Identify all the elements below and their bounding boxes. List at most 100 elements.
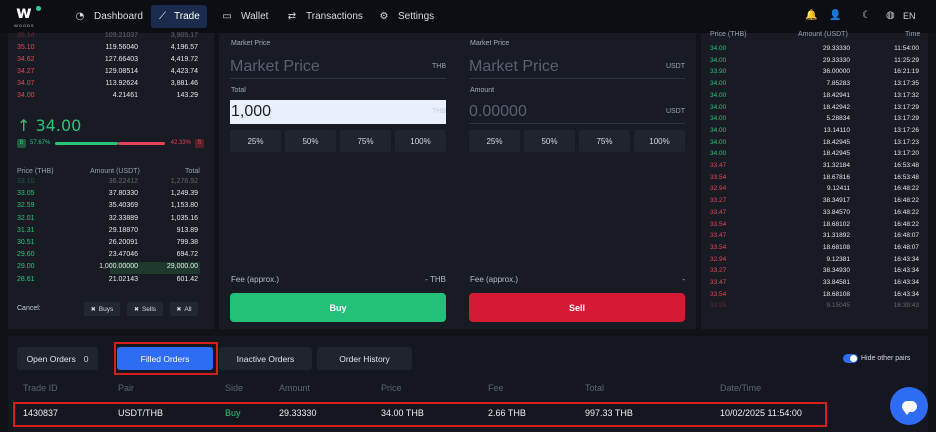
trade-price: 32.95 bbox=[710, 302, 727, 310]
tab-open-orders[interactable]: Open Orders 0 bbox=[17, 347, 98, 370]
nav-transactions-label: Transactions bbox=[306, 11, 363, 22]
trade-row: 34.00 13.14110 13:17:26 bbox=[701, 126, 920, 138]
bell-icon[interactable]: 🔔 bbox=[805, 10, 817, 21]
trade-price: 34.00 bbox=[710, 80, 727, 88]
bid-row[interactable]: 31.31 29.18870 913.89 bbox=[0, 226, 200, 238]
buy-pct-50-button[interactable]: 50% bbox=[285, 130, 336, 152]
ask-row[interactable]: 35.10 119.56040 4,196.57 bbox=[0, 43, 200, 55]
trade-price: 34.00 bbox=[710, 150, 727, 158]
trade-row: 34.00 7.85283 13:17:35 bbox=[701, 79, 920, 91]
sell-fee-label: Fee (approx.) bbox=[470, 275, 519, 284]
bid-row[interactable]: 33.10 36.22412 1,276.92 bbox=[0, 177, 200, 189]
bid-row[interactable]: 29.60 23.47046 694.72 bbox=[0, 250, 200, 262]
buy-pct-25-button[interactable]: 25% bbox=[230, 130, 281, 152]
bid-total: 1,153.80 bbox=[170, 202, 198, 210]
cancel-sells-label: Sells bbox=[141, 305, 157, 313]
trade-price: 33.27 bbox=[710, 267, 727, 275]
trade-time: 13:17:23 bbox=[893, 138, 919, 146]
brand-logo[interactable]: w WOODS bbox=[14, 3, 44, 30]
nav-dashboard[interactable]: ◔ Dashboard bbox=[66, 5, 151, 28]
cancel-sells-button[interactable]: ✖ Sells bbox=[127, 302, 163, 316]
arrows-swap-icon: ⇄ bbox=[287, 11, 297, 22]
chat-support-button[interactable] bbox=[890, 387, 928, 425]
trade-amount: 18.42941 bbox=[822, 91, 850, 99]
bid-row[interactable]: 33.05 37.80330 1,249.39 bbox=[0, 189, 200, 201]
sell-pct-25-button[interactable]: 25% bbox=[469, 130, 520, 152]
bid-row[interactable]: 30.51 26.20091 799.38 bbox=[0, 238, 200, 250]
buy-tag: B bbox=[17, 139, 26, 148]
bid-total: 1,249.39 bbox=[170, 190, 198, 198]
bid-amount: 21.02143 bbox=[108, 275, 138, 283]
tab-inactive-orders[interactable]: Inactive Orders bbox=[219, 347, 312, 370]
wallet-icon: ▭ bbox=[222, 11, 232, 22]
ask-row[interactable]: 34.00 4.21461 143.29 bbox=[0, 91, 200, 103]
cancel-buys-button[interactable]: ✖ Buys bbox=[84, 302, 120, 316]
buy-sell-ratio-bar: B 57.67% 42.33% S bbox=[17, 139, 204, 148]
bid-row[interactable]: 32.01 32.33889 1,035.16 bbox=[0, 214, 200, 226]
tab-order-history[interactable]: Order History bbox=[317, 347, 412, 370]
trade-row: 33.27 38.34930 16:43:34 bbox=[701, 266, 920, 278]
trade-row: 34.00 18.42945 13:17:20 bbox=[701, 149, 920, 161]
buy-pct-75-button[interactable]: 75% bbox=[340, 130, 391, 152]
ask-row[interactable]: 34.62 127.66403 4,419.72 bbox=[0, 55, 200, 67]
sell-button[interactable]: Sell bbox=[469, 293, 685, 322]
bid-row[interactable]: 28.61 21.02143 601.42 bbox=[0, 275, 200, 287]
trade-price: 34.00 bbox=[710, 91, 727, 99]
trades-header-amount: Amount (USDT) bbox=[798, 31, 848, 38]
trade-amount: 31.32184 bbox=[822, 162, 850, 169]
buy-pct-100-button[interactable]: 100% bbox=[395, 130, 446, 152]
sell-pct-50-button[interactable]: 50% bbox=[524, 130, 575, 152]
trade-row: 34.00 18.42942 13:17:29 bbox=[701, 103, 920, 115]
trade-amount: 31.31892 bbox=[822, 232, 850, 240]
filled-orders-highlight-box bbox=[114, 342, 218, 375]
trade-time: 11:54:00 bbox=[894, 45, 919, 52]
ask-row[interactable]: 34.27 129.08514 4,423.74 bbox=[0, 67, 200, 79]
cancel-all-button[interactable]: ✖ All bbox=[170, 302, 198, 316]
cancel-label: Cancel: bbox=[17, 305, 41, 312]
trade-amount: 38.34930 bbox=[822, 267, 850, 275]
moon-icon[interactable]: ☾ bbox=[862, 10, 871, 21]
open-orders-count: 0 bbox=[83, 353, 89, 364]
bid-row[interactable]: 32.59 35.40369 1,153.80 bbox=[0, 201, 200, 213]
trade-time: 11:25:29 bbox=[894, 56, 919, 64]
trade-price: 33.54 bbox=[710, 290, 727, 298]
trade-row: 33.47 31.32184 16:53:48 bbox=[701, 161, 920, 173]
trade-row: 33.27 38.34917 16:48:22 bbox=[701, 196, 920, 208]
buy-total-input[interactable]: 1,000 THB bbox=[230, 100, 446, 124]
buy-price-input[interactable]: Market Price THB bbox=[230, 55, 446, 79]
sell-amount-input[interactable]: 0.00000 USDT bbox=[469, 100, 685, 124]
trade-price: 33.47 bbox=[710, 208, 727, 216]
ask-row[interactable]: 34.07 113.92624 3,881.46 bbox=[0, 79, 200, 91]
hide-other-pairs-toggle[interactable] bbox=[843, 354, 858, 363]
buy-fee-value: - THB bbox=[425, 275, 446, 284]
ask-total: 4,196.57 bbox=[170, 44, 198, 51]
trade-row: 33.54 18.67816 16:53:48 bbox=[701, 173, 920, 185]
trade-amount: 18.42945 bbox=[822, 150, 850, 158]
trades-header-price: Price (THB) bbox=[710, 31, 747, 38]
sell-price-unit: USDT bbox=[665, 63, 685, 70]
bid-price: 29.60 bbox=[17, 251, 35, 259]
ask-amount: 119.56040 bbox=[105, 44, 138, 51]
language-selector[interactable]: EN bbox=[903, 11, 916, 21]
buy-button[interactable]: Buy bbox=[230, 293, 446, 322]
nav-settings[interactable]: ⚙ Settings bbox=[370, 5, 442, 28]
bid-amount: 36.22412 bbox=[108, 178, 138, 185]
ask-total: 3,905.17 bbox=[170, 32, 198, 39]
nav-wallet[interactable]: ▭ Wallet bbox=[213, 5, 276, 28]
trade-amount: 18.68102 bbox=[822, 220, 850, 228]
sell-price-input[interactable]: Market Price USDT bbox=[469, 55, 685, 79]
ask-row[interactable]: 35.14 109.21037 3,905.17 bbox=[0, 31, 200, 43]
trade-time: 16:48:07 bbox=[893, 232, 919, 240]
nav-trade[interactable]: ⟋ Trade bbox=[151, 5, 207, 28]
nav-transactions[interactable]: ⇄ Transactions bbox=[278, 5, 371, 28]
buy-price-value: Market Price bbox=[230, 58, 320, 75]
sell-pct-75-button[interactable]: 75% bbox=[579, 130, 630, 152]
globe-icon[interactable]: ◍ bbox=[886, 10, 895, 21]
sell-pct-100-button[interactable]: 100% bbox=[634, 130, 685, 152]
ask-price: 34.62 bbox=[17, 56, 35, 63]
trade-time: 16:53:48 bbox=[893, 173, 919, 181]
sell-fee-value: - bbox=[682, 275, 685, 284]
user-icon[interactable]: 👤 bbox=[829, 10, 841, 21]
bid-row[interactable]: 29.00 1,000.00000 29,000.00 bbox=[0, 262, 200, 275]
close-circle-icon: ✖ bbox=[176, 305, 182, 313]
